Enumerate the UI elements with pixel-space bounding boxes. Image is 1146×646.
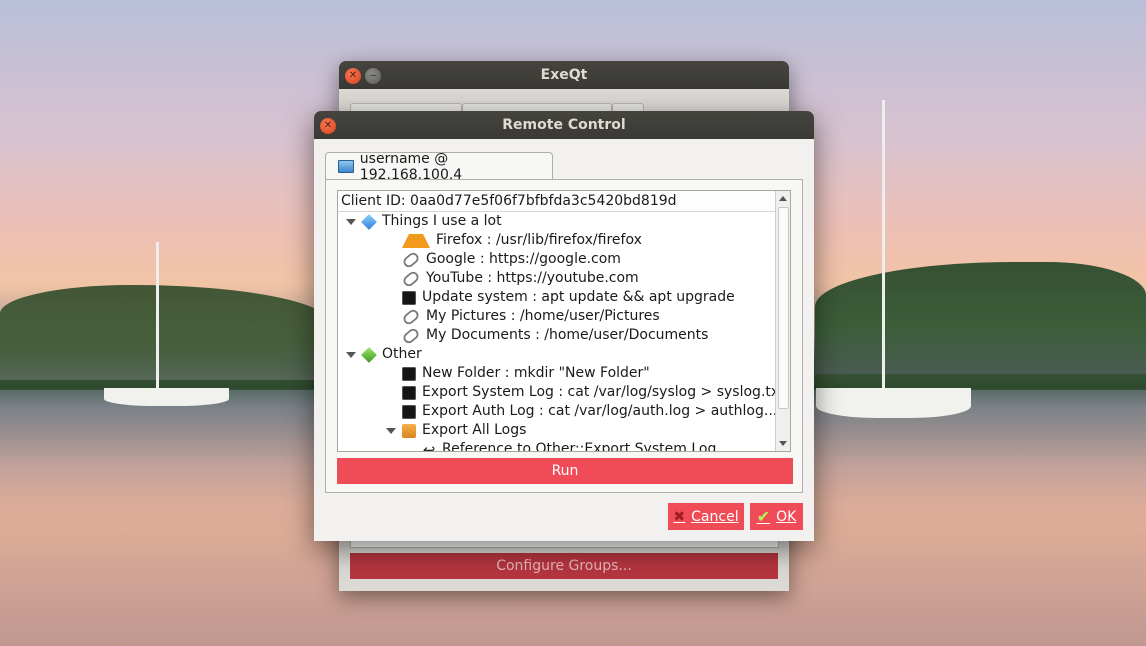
tree-item-label: Firefox : /usr/lib/firefox/firefox: [436, 232, 642, 248]
box-icon: [402, 423, 416, 438]
ok-label: OK: [776, 508, 797, 525]
sailboat-mast: [882, 100, 885, 390]
remote-control-dialog: ✕ Remote Control username @ 192.168.100.…: [314, 111, 814, 541]
scroll-up-icon[interactable]: [779, 196, 787, 201]
link-icon: [401, 326, 421, 345]
scroll-down-icon[interactable]: [779, 441, 787, 446]
tree-item-label: Export Auth Log : cat /var/log/auth.log …: [422, 403, 782, 419]
expand-arrow-icon[interactable]: [346, 218, 356, 225]
tree-item-row[interactable]: ↩ Reference to Other::Export System Log: [338, 440, 790, 452]
monitor-icon: [338, 160, 354, 173]
scroll-thumb[interactable]: [778, 207, 789, 409]
expand-arrow-icon[interactable]: [386, 427, 396, 434]
tree-item-row[interactable]: My Documents : /home/user/Documents: [338, 326, 790, 345]
cancel-label: Cancel: [691, 508, 739, 525]
expand-arrow-icon[interactable]: [346, 351, 356, 358]
ok-button[interactable]: ✔ OK: [750, 503, 803, 530]
tree-item-row[interactable]: Update system : apt update && apt upgrad…: [338, 288, 790, 307]
tree-item-label: Export All Logs: [422, 422, 527, 438]
tree-item-label: Other: [382, 346, 422, 362]
sailboat-hull: [816, 388, 971, 418]
run-button[interactable]: Run: [337, 458, 793, 484]
tree-item-row[interactable]: Export Auth Log : cat /var/log/auth.log …: [338, 402, 790, 421]
sailboat-hull: [104, 388, 229, 406]
tree-item-label: YouTube : https://youtube.com: [426, 270, 639, 286]
minimize-icon[interactable]: –: [365, 68, 381, 84]
tree-item-label: Update system : apt update && apt upgrad…: [422, 289, 735, 305]
tree-group-row[interactable]: Things I use a lot: [338, 212, 790, 231]
cancel-x-icon: ✖: [673, 508, 686, 525]
tree-item-label: Things I use a lot: [382, 213, 502, 229]
link-icon: [401, 269, 421, 288]
wallpaper-treeline-right: [815, 262, 1146, 374]
tree-item-row[interactable]: Firefox : /usr/lib/firefox/firefox: [338, 231, 790, 250]
cancel-button[interactable]: ✖ Cancel: [668, 503, 744, 530]
client-id-header: Client ID: 0aa0d77e5f06f7bfbfda3c5420bd8…: [338, 191, 790, 212]
tree-item-row[interactable]: YouTube : https://youtube.com: [338, 269, 790, 288]
tree-item-row[interactable]: Export All Logs: [338, 421, 790, 440]
terminal-icon: [402, 290, 416, 305]
close-icon[interactable]: ✕: [345, 68, 361, 84]
terminal-icon: [402, 404, 416, 419]
tree-group-row[interactable]: Other: [338, 345, 790, 364]
tree-scrollbar[interactable]: [775, 191, 790, 451]
dialog-titlebar: ✕ Remote Control: [314, 111, 814, 139]
terminal-icon: [402, 385, 416, 400]
link-icon: [401, 250, 421, 269]
tree-item-label: New Folder : mkdir "New Folder": [422, 365, 650, 381]
tree-item-label: Reference to Other::Export System Log: [442, 441, 717, 452]
tree-item-row[interactable]: New Folder : mkdir "New Folder": [338, 364, 790, 383]
green-diamond-icon: [361, 346, 377, 363]
tree-item-row[interactable]: Export System Log : cat /var/log/syslog …: [338, 383, 790, 402]
link-icon: [401, 307, 421, 326]
tab-client-label: username @ 192.168.100.4: [359, 150, 463, 183]
window-title: ExeQt: [540, 67, 588, 83]
configure-groups-button[interactable]: Configure Groups...: [350, 553, 778, 579]
close-icon[interactable]: ✕: [320, 118, 336, 134]
client-pane: Client ID: 0aa0d77e5f06f7bfbfda3c5420bd8…: [325, 179, 803, 493]
app-icon: [402, 233, 430, 248]
return-icon: ↩: [422, 440, 436, 452]
tree-rows: Things I use a lot Firefox : /usr/lib/fir…: [338, 212, 790, 452]
wallpaper-treeline-left: [0, 285, 330, 380]
tree-item-row[interactable]: My Pictures : /home/user/Pictures: [338, 307, 790, 326]
tree-item-label: My Documents : /home/user/Documents: [426, 327, 709, 343]
tree-item-label: Export System Log : cat /var/log/syslog …: [422, 384, 785, 400]
tree-item-row[interactable]: Google : https://google.com: [338, 250, 790, 269]
blue-diamond-icon: [361, 213, 377, 230]
tree-item-label: Google : https://google.com: [426, 251, 621, 267]
terminal-icon: [402, 366, 416, 381]
tree-item-label: My Pictures : /home/user/Pictures: [426, 308, 660, 324]
tab-client[interactable]: username @ 192.168.100.4: [325, 150, 553, 183]
exeqt-titlebar: ✕ – ExeQt: [339, 61, 789, 89]
sailboat-mast: [156, 242, 159, 392]
checkmark-icon: ✔: [756, 507, 771, 526]
dialog-title: Remote Control: [502, 117, 626, 133]
action-tree[interactable]: Client ID: 0aa0d77e5f06f7bfbfda3c5420bd8…: [337, 190, 791, 452]
